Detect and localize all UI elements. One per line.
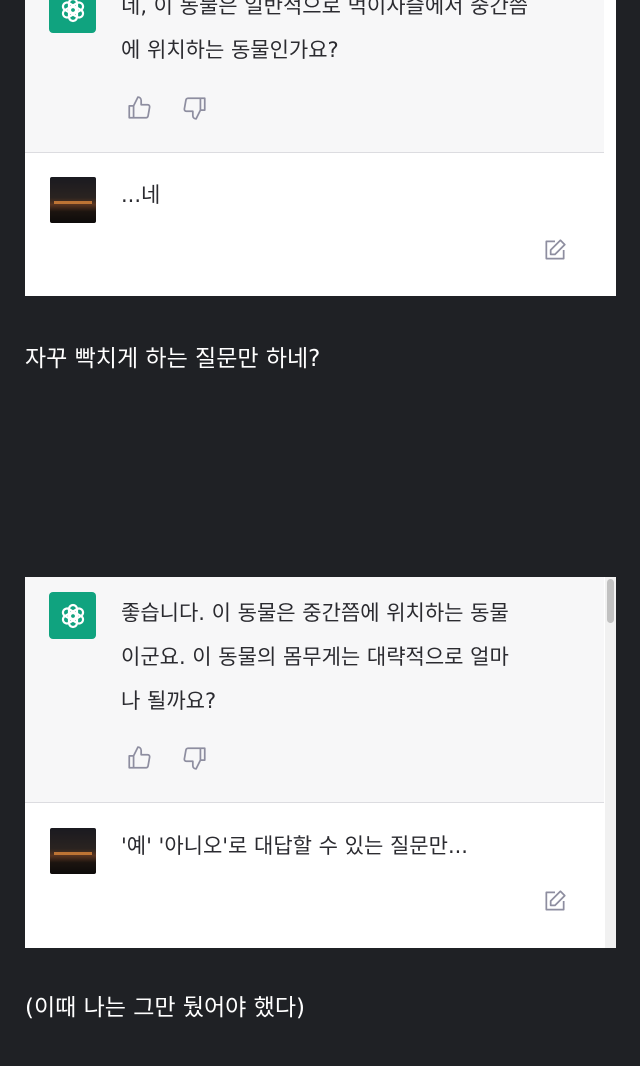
assistant-message-text: 네, 이 동물은 일반적으로 먹이사슬에서 중간쯤 에 위치하는 동물인가요?	[121, 0, 571, 72]
edit-icon[interactable]	[542, 237, 568, 263]
thumbs-up-icon[interactable]	[126, 745, 152, 771]
chat-screenshot-1: 네, 이 동물은 일반적으로 먹이사슬에서 중간쯤 에 위치하는 동물인가요? …	[25, 0, 616, 296]
scrollbar-thumb[interactable]	[607, 579, 614, 623]
feedback-buttons	[126, 95, 208, 121]
thumbs-down-icon[interactable]	[182, 745, 208, 771]
feedback-buttons	[126, 745, 208, 771]
divider	[25, 802, 604, 803]
assistant-line: 나 될까요?	[121, 689, 217, 713]
edit-icon[interactable]	[542, 888, 568, 914]
chat-screenshot-2: 좋습니다. 이 동물은 중간쯤에 위치하는 동물 이군요. 이 동물의 몸무게는…	[25, 577, 616, 948]
assistant-avatar	[49, 0, 96, 33]
assistant-message: 좋습니다. 이 동물은 중간쯤에 위치하는 동물 이군요. 이 동물의 몸무게는…	[25, 577, 604, 802]
assistant-line: 네, 이 동물은 일반적으로 먹이사슬에서 중간쯤	[121, 0, 529, 18]
scrollbar[interactable]	[605, 577, 616, 948]
assistant-avatar	[49, 592, 96, 639]
assistant-line: 에 위치하는 동물인가요?	[121, 38, 339, 62]
openai-logo-icon	[61, 603, 84, 628]
divider	[25, 152, 604, 153]
user-avatar	[50, 177, 96, 223]
openai-logo-icon	[61, 0, 84, 22]
assistant-line: 좋습니다. 이 동물은 중간쯤에 위치하는 동물	[121, 601, 509, 625]
user-avatar	[50, 828, 96, 874]
assistant-message: 네, 이 동물은 일반적으로 먹이사슬에서 중간쯤 에 위치하는 동물인가요?	[25, 0, 604, 152]
caption: 자꾸 빡치게 하는 질문만 하네?	[25, 346, 321, 372]
caption: (이때 나는 그만 뒀어야 했다)	[25, 995, 305, 1021]
user-message-text: ...네	[121, 183, 161, 207]
assistant-message-text: 좋습니다. 이 동물은 중간쯤에 위치하는 동물 이군요. 이 동물의 몸무게는…	[121, 591, 571, 723]
user-message-text: '예' '아니오'로 대답할 수 있는 질문만...	[121, 834, 468, 858]
thumbs-down-icon[interactable]	[182, 95, 208, 121]
thumbs-up-icon[interactable]	[126, 95, 152, 121]
assistant-line: 이군요. 이 동물의 몸무게는 대략적으로 얼마	[121, 645, 509, 669]
